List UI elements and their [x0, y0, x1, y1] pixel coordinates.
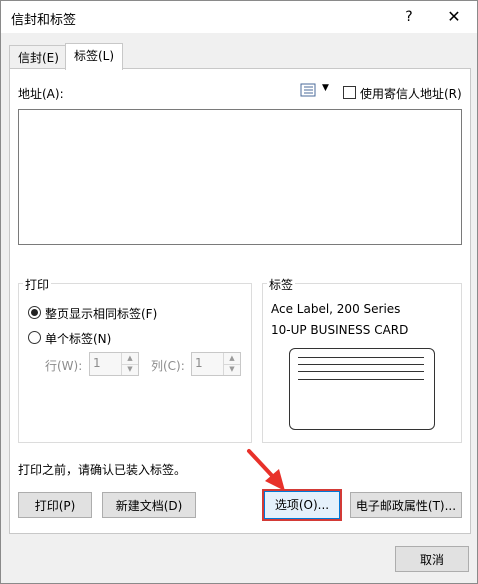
dialog-title: 信封和标签	[11, 13, 77, 28]
full-page-label: 整页显示相同标签(F)	[45, 307, 158, 321]
row-down-icon[interactable]: ▼	[122, 364, 138, 375]
row-spinner[interactable]: 1 ▲ ▼	[89, 352, 139, 376]
single-label-radio[interactable]	[28, 331, 41, 344]
use-return-address-checkbox[interactable]	[343, 86, 356, 99]
load-labels-note: 打印之前，请确认已装入标签。	[18, 463, 187, 477]
single-label-label: 单个标签(N)	[45, 332, 112, 346]
print-group-title: 打印	[23, 276, 52, 293]
column-spinner[interactable]: 1 ▲ ▼	[191, 352, 241, 376]
close-icon[interactable]: ✕	[439, 5, 469, 29]
column-value: 1	[195, 356, 203, 370]
column-down-icon[interactable]: ▼	[224, 364, 240, 375]
help-button[interactable]: ?	[396, 5, 422, 29]
full-page-radio[interactable]	[28, 306, 41, 319]
tab-envelopes[interactable]: 信封(E)	[9, 45, 68, 70]
tab-labels[interactable]: 标签(L)	[65, 43, 124, 70]
labels-panel: 地址(A): ▼ 使用寄信人地址(R) 打印 整页显示相同标签(F) 单个标签(…	[9, 68, 471, 534]
row-value: 1	[93, 356, 101, 370]
envelopes-labels-dialog: 信封和标签 ? ✕ 信封(E) 标签(L) 地址(A): ▼ 使用寄信人地址(R…	[0, 0, 478, 584]
label-product: 10-UP BUSINESS CARD	[271, 323, 409, 337]
print-group: 打印 整页显示相同标签(F) 单个标签(N) 行(W): 1 ▲ ▼ 列(C):…	[18, 276, 252, 443]
label-group-title: 标签	[267, 276, 296, 293]
red-arrow-annotation	[247, 449, 285, 491]
column-label: 列(C):	[151, 359, 185, 373]
address-textarea[interactable]	[18, 109, 462, 245]
chevron-down-icon[interactable]: ▼	[322, 83, 329, 93]
radio-selected-dot	[31, 309, 38, 316]
row-label: 行(W):	[45, 359, 83, 373]
preview-line	[298, 357, 424, 358]
new-document-button[interactable]: 新建文档(D)	[102, 492, 196, 518]
address-book-icon[interactable]	[300, 83, 316, 97]
preview-line	[298, 371, 424, 372]
preview-line	[298, 379, 424, 380]
use-return-address-label: 使用寄信人地址(R)	[360, 87, 462, 101]
title-bar: 信封和标签 ? ✕	[1, 1, 477, 33]
label-preview-image[interactable]	[289, 348, 435, 430]
label-group[interactable]: 标签 Ace Label, 200 Series 10-UP BUSINESS …	[262, 276, 462, 443]
print-button[interactable]: 打印(P)	[18, 492, 92, 518]
address-label: 地址(A):	[18, 87, 64, 101]
epostage-properties-button[interactable]: 电子邮政属性(T)...	[350, 492, 462, 518]
label-vendor: Ace Label, 200 Series	[271, 302, 401, 316]
cancel-button[interactable]: 取消	[395, 546, 469, 572]
preview-line	[298, 364, 424, 365]
